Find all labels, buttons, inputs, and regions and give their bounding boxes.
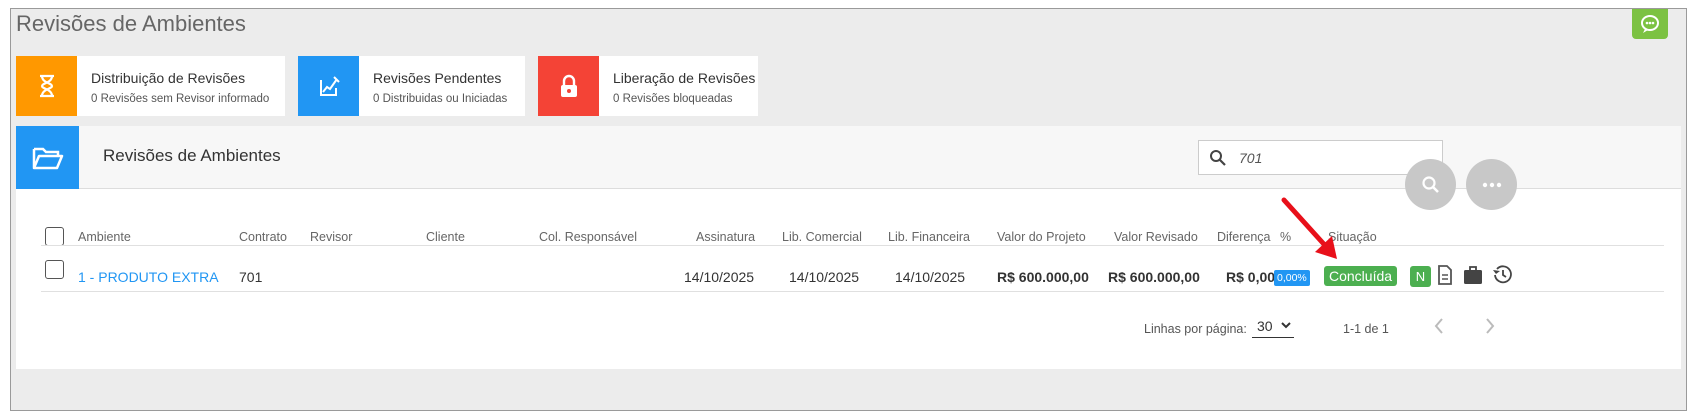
col-header-col-responsavel[interactable]: Col. Responsável: [539, 230, 637, 244]
card-icon-box: [16, 56, 77, 116]
panel-title: Revisões de Ambientes: [103, 146, 281, 165]
search-icon: [1421, 175, 1439, 193]
row-lib-comercial: 14/10/2025: [789, 269, 860, 285]
row-assinatura: 14/10/2025: [684, 269, 755, 285]
card-distribuicao[interactable]: Distribuição de Revisões 0 Revisões sem …: [16, 56, 285, 116]
chevron-left-icon[interactable]: [1431, 316, 1447, 336]
percent-badge: 0,00%: [1274, 270, 1310, 286]
folder-open-icon: [32, 147, 63, 169]
row-checkbox[interactable]: [45, 260, 64, 279]
row-lib-financeira: 14/10/2025: [895, 269, 966, 285]
chevron-down-icon: [1281, 322, 1291, 329]
card-subtitle: 0 Revisões sem Revisor informado: [91, 93, 270, 105]
card-icon-box: [298, 56, 359, 116]
card-subtitle: 0 Revisões bloqueadas: [613, 93, 733, 105]
card-pendentes[interactable]: Revisões Pendentes 0 Distribuidas ou Ini…: [298, 56, 525, 116]
divider: [41, 245, 1664, 246]
chat-button[interactable]: [1632, 9, 1668, 39]
col-header-lib-financeira[interactable]: Lib. Financeira: [888, 230, 970, 244]
card-title: Liberação de Revisões: [613, 70, 756, 86]
card-title: Distribuição de Revisões: [91, 70, 246, 86]
reviews-panel: Revisões de Ambientes Ambiente Contra: [16, 126, 1681, 369]
col-header-diferenca[interactable]: Diferença: [1217, 230, 1271, 244]
history-icon[interactable]: [1492, 264, 1514, 286]
col-header-ambiente[interactable]: Ambiente: [78, 230, 131, 244]
row-valor-revisado: R$ 600.000,00: [1108, 269, 1200, 285]
more-options-button[interactable]: [1466, 159, 1517, 210]
col-header-contrato[interactable]: Contrato: [239, 230, 287, 244]
col-header-valor-revisado[interactable]: Valor Revisado: [1114, 230, 1198, 244]
col-header-valor-projeto[interactable]: Valor do Projeto: [997, 230, 1086, 244]
more-horizontal-icon: [1482, 182, 1501, 187]
page-title: Revisões de Ambientes: [16, 11, 246, 36]
briefcase-icon[interactable]: [1463, 264, 1483, 286]
rows-per-page-label: Linhas por página:: [1144, 322, 1247, 336]
chat-icon: [1641, 15, 1659, 33]
annotation-arrow-icon: [1281, 197, 1337, 259]
search-icon: [1210, 150, 1226, 166]
col-header-revisor[interactable]: Revisor: [310, 230, 352, 244]
card-icon-box: [538, 56, 599, 116]
search-fab-button[interactable]: [1405, 159, 1456, 210]
col-header-assinatura[interactable]: Assinatura: [696, 230, 755, 244]
card-title: Revisões Pendentes: [373, 70, 502, 86]
hourglass-icon: [39, 74, 54, 98]
card-subtitle: 0 Distribuidas ou Iniciadas: [373, 93, 508, 105]
folder-icon-box: [16, 126, 79, 189]
row-diferenca: R$ 0,00: [1226, 269, 1276, 285]
card-liberacao[interactable]: Liberação de Revisões 0 Revisões bloquea…: [538, 56, 758, 116]
n-badge[interactable]: N: [1410, 266, 1431, 287]
rows-per-page-select[interactable]: 30: [1252, 316, 1294, 338]
chevron-right-icon[interactable]: [1482, 316, 1498, 336]
row-contrato: 701: [239, 269, 263, 285]
rows-per-page-value: 30: [1257, 318, 1273, 334]
col-header-cliente[interactable]: Cliente: [426, 230, 465, 244]
col-header-lib-comercial[interactable]: Lib. Comercial: [782, 230, 862, 244]
divider: [41, 291, 1664, 292]
edit-chart-icon: [319, 76, 340, 96]
search-input[interactable]: [1239, 147, 1434, 169]
document-icon[interactable]: [1437, 264, 1453, 286]
row-valor-projeto: R$ 600.000,00: [997, 269, 1089, 285]
pagination-range: 1-1 de 1: [1343, 322, 1389, 336]
lock-icon: [560, 74, 577, 97]
row-ambiente-link[interactable]: 1 - PRODUTO EXTRA: [78, 269, 219, 285]
app-window: Revisões de Ambientes Distribuição de Re…: [10, 8, 1687, 411]
search-box[interactable]: [1198, 140, 1443, 175]
status-badge: Concluída: [1324, 266, 1398, 286]
select-all-checkbox[interactable]: [45, 227, 64, 246]
